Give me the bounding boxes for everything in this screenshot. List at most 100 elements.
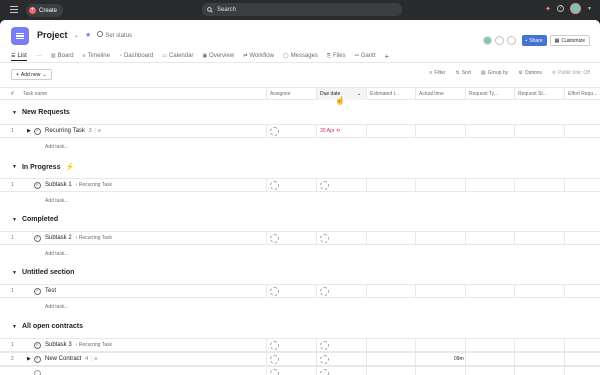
create-button[interactable]: + Create [26,4,64,17]
parent-task-link[interactable]: ‹ Recurring Task [76,235,112,241]
column-request-type[interactable]: Request Ty... [465,88,514,100]
tab-calendar[interactable]: ▭ Calendar [162,51,193,61]
customize-button[interactable]: ▦ Customize [549,35,590,46]
assignee-placeholder-icon[interactable] [270,233,279,243]
member-placeholder-avatar[interactable] [506,36,516,45]
tab-workflow[interactable]: ⇄ Workflow [243,51,274,61]
tab-list[interactable]: ☰ List [11,51,27,61]
task-name-text: Test [45,288,57,294]
share-button[interactable]: ▪ Share [521,35,547,46]
add-task-button[interactable]: Add task... [45,304,69,310]
section-in-progress[interactable]: ▼ In Progress ⚡ [12,163,74,172]
options-button[interactable]: ⚙ Options [518,70,542,76]
chevron-down-icon[interactable]: ▼ [12,217,17,223]
check-icon[interactable]: ✓ [34,127,41,135]
add-task-button[interactable]: Add task... [45,198,69,204]
create-label: Create [39,7,58,14]
table-row[interactable] [0,366,600,375]
section-new-requests[interactable]: ▼ New Requests [12,109,70,116]
filter-button[interactable]: ≡ Filter [429,70,445,76]
project-title[interactable]: Project [37,30,68,40]
search-input[interactable]: Search [202,3,402,16]
chevron-down-icon[interactable]: ▼ [12,164,17,170]
member-placeholder-avatar[interactable] [494,36,504,45]
check-icon[interactable]: ✓ [34,181,41,189]
check-icon[interactable]: ✓ [34,341,41,349]
calendar-icon[interactable] [320,368,329,375]
section-untitled[interactable]: ▼ Untitled section [12,269,74,276]
tab-overview[interactable]: ▣ Overview [202,51,234,61]
subtask-count: 4 ⋮≡ [85,356,97,362]
add-new-button[interactable]: + Add new ⌄ [11,69,52,80]
list-icon: ☰ [11,52,16,59]
due-date[interactable]: 30 Apr ⟲ [320,128,340,134]
column-task-name[interactable]: Task name [20,88,266,100]
expand-icon[interactable]: ▶ [27,356,31,362]
calendar-icon[interactable] [320,286,329,296]
help-icon[interactable]: ? [557,5,565,12]
column-request-status[interactable]: Request St... [514,88,564,100]
overview-icon: ▣ [202,53,208,59]
calendar-icon[interactable] [320,233,329,243]
table-row[interactable]: 1 ✓ Subtask 3 ‹ Recurring Task [0,338,600,352]
column-actual-time[interactable]: Actual time [415,88,465,100]
check-icon[interactable]: ✓ [34,287,41,295]
group-by-button[interactable]: ▤ Group by [481,70,508,76]
tab-messages[interactable]: ◯ Messages [283,51,318,61]
sparkle-icon[interactable]: ✦ [545,5,551,13]
menu-icon[interactable] [10,6,18,14]
table-row[interactable]: 1 ▶ ✓ Recurring Task 3 ⋮≡ 30 Apr ⟲ [0,124,600,138]
tab-dashboard[interactable]: ◔ Dashboard [119,51,153,61]
star-icon[interactable]: ★ [85,31,91,39]
chevron-down-icon[interactable]: ⌄ [357,88,361,100]
more-icon[interactable]: ··· [36,53,42,59]
tab-timeline[interactable]: ≡ Timeline [83,51,110,61]
tab-files[interactable]: ⎘ Files [327,51,346,61]
add-task-button[interactable]: Add task... [45,144,69,150]
assignee-placeholder-icon[interactable] [270,286,279,296]
parent-task-link[interactable]: ‹ Recurring Task [76,342,112,348]
column-effort[interactable]: Effort Requ... [564,88,600,100]
table-row[interactable]: 2 ▶ ✓ New Contract 4 ⋮≡ 09m [0,352,600,366]
chevron-down-icon[interactable]: ▼ [12,110,17,116]
calendar-icon[interactable] [320,354,329,364]
public-link-toggle[interactable]: ⊘ Public link: Off [552,70,590,76]
assignee-placeholder-icon[interactable] [270,368,279,375]
filter-label: Filter [434,70,446,76]
mouse-pointer-icon: ☝ [335,96,345,105]
calendar-icon[interactable] [320,180,329,190]
sort-button[interactable]: ⇅ Sort [456,70,471,76]
table-row[interactable]: 1 ✓ Subtask 2 ‹ Recurring Task [0,231,600,245]
chevron-down-icon[interactable]: ⌄ [74,32,79,39]
parent-task-link[interactable]: ‹ Recurring Task [76,182,112,188]
check-icon[interactable] [34,369,41,375]
tab-board[interactable]: ▥ Board [51,51,74,61]
assignee-placeholder-icon[interactable] [270,126,279,136]
subtask-icon: ⋮≡ [89,356,98,362]
expand-icon[interactable]: ▶ [27,128,31,134]
check-icon[interactable]: ✓ [34,234,41,242]
column-assignee[interactable]: Assignee [266,88,316,100]
table-row[interactable]: 1 ✓ Subtask 1 ‹ Recurring Task [0,178,600,192]
tab-gantt[interactable]: ⚯ Gantt [355,51,376,61]
actual-time-value[interactable]: 09m [454,356,464,362]
section-completed[interactable]: ▼ Completed [12,216,58,223]
chevron-down-icon[interactable]: ▼ [12,324,17,330]
add-tab-icon[interactable]: + [385,52,390,61]
chevron-down-icon[interactable]: ▼ [12,270,17,276]
assignee-placeholder-icon[interactable] [270,180,279,190]
calendar-icon[interactable] [320,340,329,350]
check-icon[interactable]: ✓ [34,355,41,363]
set-status-button[interactable]: Set status [97,31,132,39]
add-task-button[interactable]: Add task... [45,251,69,257]
row-number: 2 [11,356,14,362]
section-all-open-contracts[interactable]: ▼ All open contracts [12,323,83,330]
column-estimated-time[interactable]: Estimated t... [366,88,415,100]
member-avatar[interactable] [482,36,492,45]
assignee-placeholder-icon[interactable] [270,340,279,350]
assignee-placeholder-icon[interactable] [270,354,279,364]
user-avatar[interactable] [570,3,582,14]
table-row[interactable]: 1 ✓ Test [0,284,600,298]
dashboard-icon: ◔ [118,53,122,59]
chevron-down-icon[interactable]: ▼ [587,6,592,12]
